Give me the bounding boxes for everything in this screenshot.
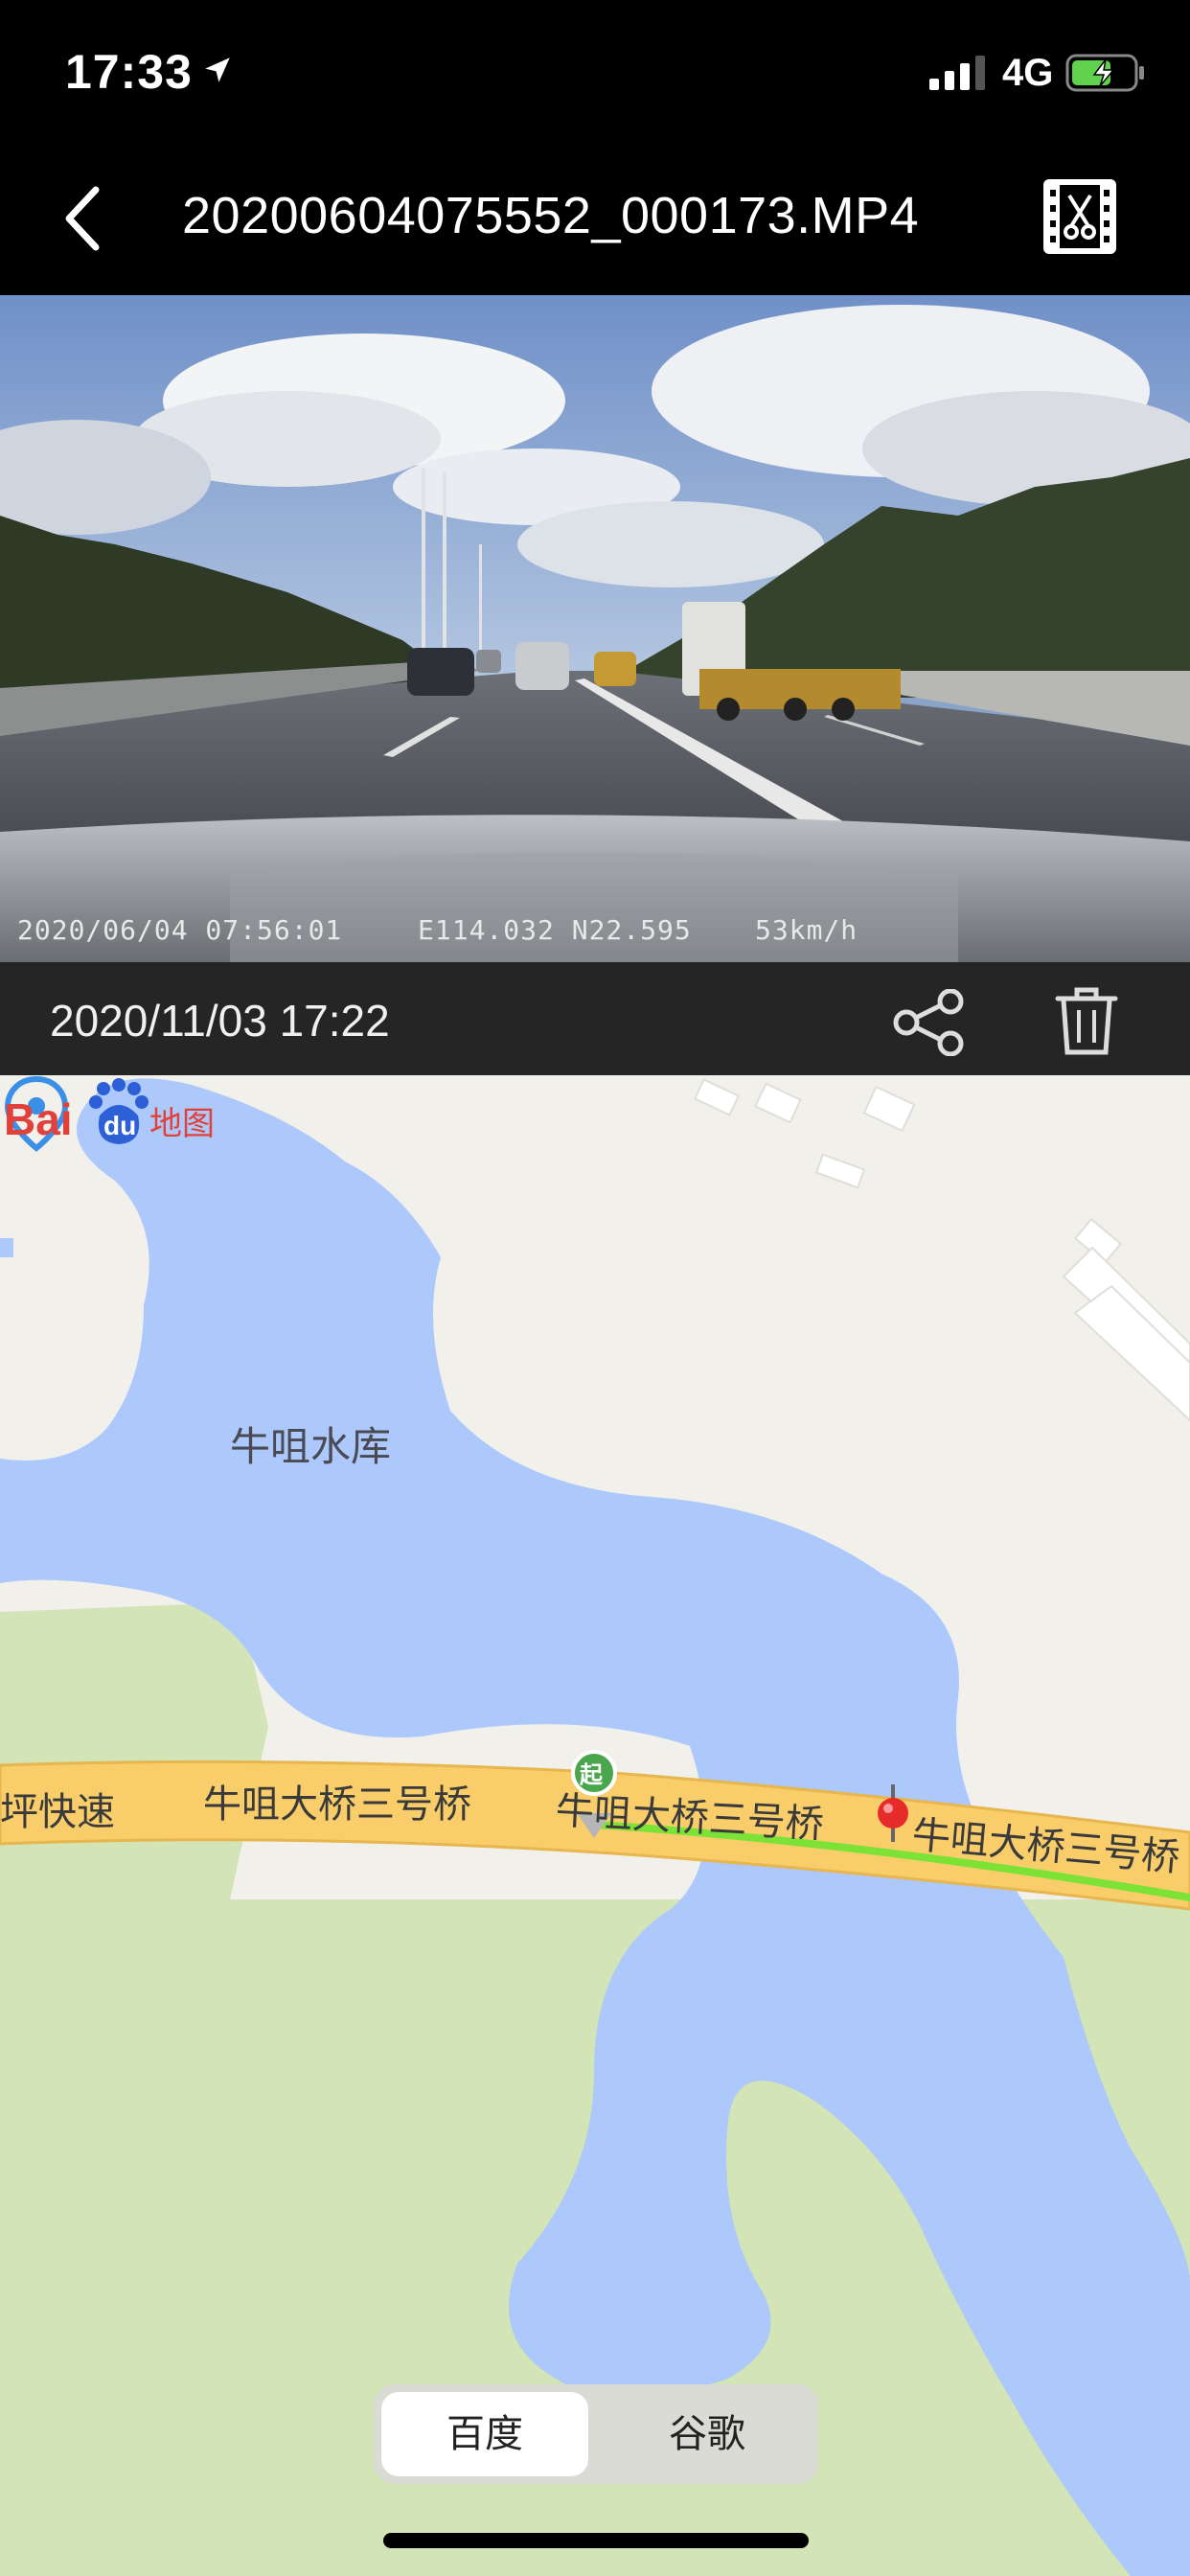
video-frame-image [0,295,1190,962]
video-player[interactable]: 2020/06/04 07:56:01 E114.032 N22.595 53k… [0,295,1190,962]
green-area-west [0,1602,268,1899]
svg-text:du: du [103,1111,136,1140]
svg-text:Bai: Bai [4,1094,73,1144]
road-label-mid: 牛咀大桥三号桥 [203,1782,471,1827]
nav-bar: 20200604075552_000173.MP4 [0,144,1190,295]
osd-speed: 53km/h [755,914,858,946]
baidu-map-logo: Bai du 地图 [4,1078,215,1144]
start-marker-label: 起 [580,1761,603,1788]
page-title: 20200604075552_000173.MP4 [182,187,920,244]
video-info-bar: 2020/11/03 17:22 [0,962,1190,1075]
recording-date: 2020/11/03 17:22 [50,996,390,1046]
status-time: 17:33 [65,45,193,99]
film-scissors-icon[interactable] [1042,178,1117,255]
network-type: 4G [1002,52,1054,94]
osd-datetime: 2020/06/04 07:56:01 [17,914,343,946]
chevron-left-icon[interactable] [56,180,113,257]
map-buildings [693,1078,1190,1422]
osd-coordinates: E114.032 N22.595 [418,914,692,946]
signal-icon [929,56,985,90]
share-icon[interactable] [891,989,968,1056]
road-label-left: 坪快速 [0,1790,115,1834]
status-bar: 17:33 4G [0,0,1190,144]
trash-icon[interactable] [1052,985,1121,1058]
map-provider-toggle: 百度 谷歌 [374,2384,818,2484]
home-indicator[interactable] [383,2533,809,2548]
map-view[interactable]: 牛咀水库 坪快速 牛咀大桥三号桥 牛咀大桥三号桥 牛咀大桥三号桥 起 百度 谷歌… [0,1075,1190,2576]
reservoir-label: 牛咀水库 [230,1423,392,1470]
tab-baidu-map[interactable]: 百度 [381,2392,588,2476]
battery-charging-icon [1065,54,1144,92]
svg-text:地图: 地图 [149,1105,215,1143]
location-arrow-icon [205,58,230,82]
tab-google-map[interactable]: 谷歌 [604,2392,811,2476]
